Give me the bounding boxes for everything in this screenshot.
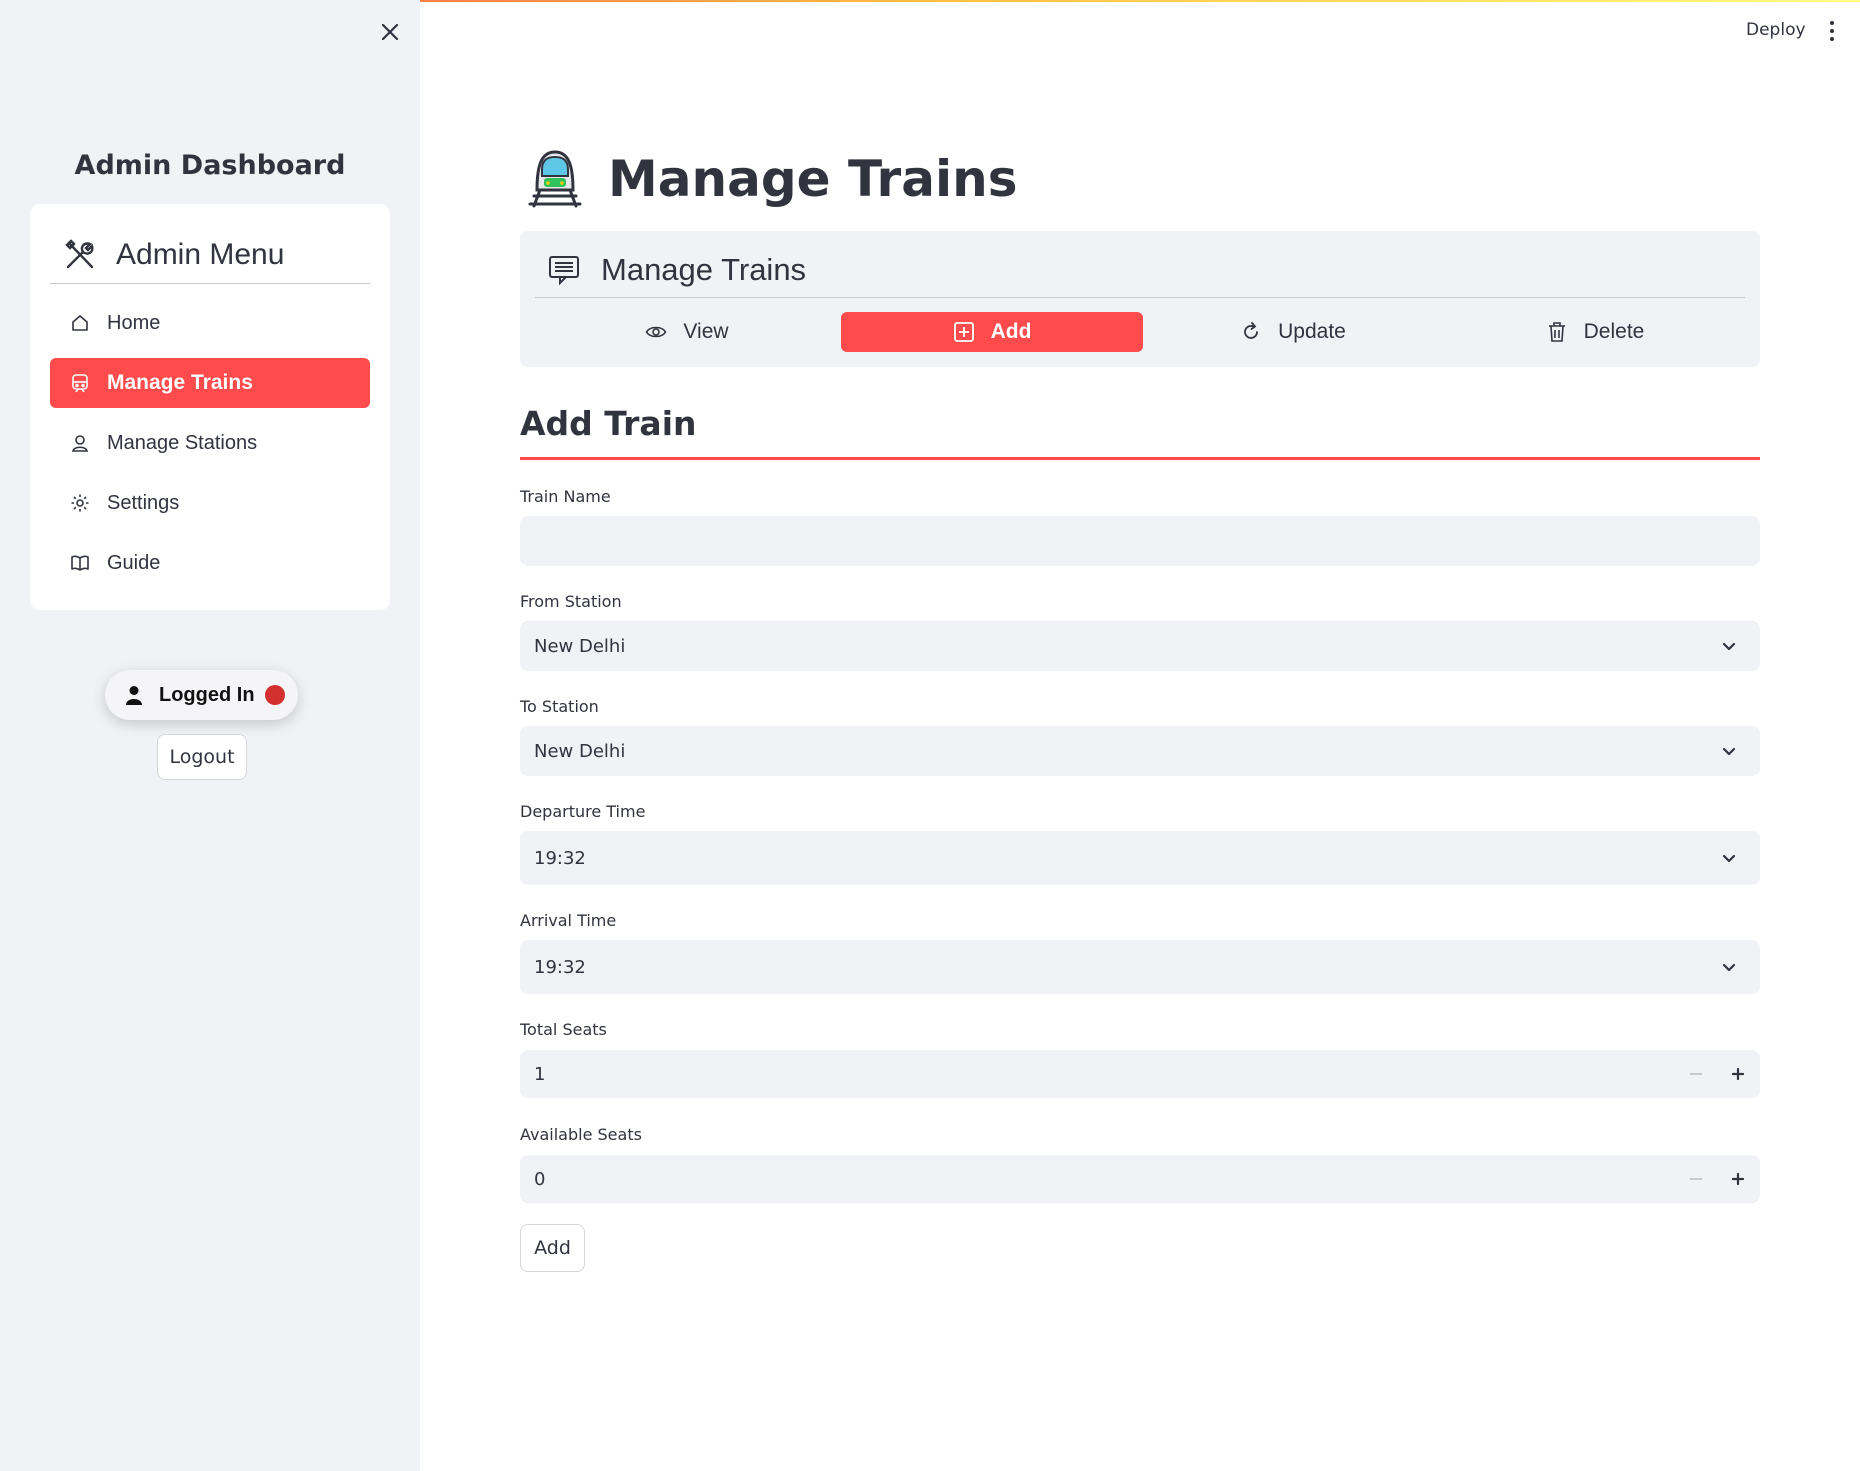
tab-view[interactable]: View [536,312,838,352]
chevron-down-icon [1722,963,1736,972]
to-station-select[interactable]: New Delhi [520,726,1760,776]
status-dot [264,685,285,705]
sidebar-item-label: Home [107,311,161,334]
decrement-button[interactable] [1690,1178,1702,1180]
user-icon [126,686,142,705]
arrival-time-value: 19:32 [534,956,586,978]
kebab-dot [1830,29,1834,33]
tab-label: Delete [1583,320,1645,343]
train-name-label: Train Name [520,487,611,506]
departure-time-value: 19:32 [534,847,586,869]
available-seats-value: 0 [534,1168,546,1190]
to-station-value: New Delhi [534,740,626,762]
from-station-label: From Station [520,592,622,611]
tab-add[interactable]: Add [841,312,1143,352]
tools-icon [62,237,98,273]
logout-button[interactable]: Logout [157,734,247,780]
gear-icon [69,492,91,514]
sidebar-item-label: Settings [107,491,180,514]
main-menu-button[interactable] [1824,18,1840,44]
page-title: Manage Trains [608,150,1018,208]
available-seats-stepper[interactable]: 0 [520,1155,1760,1203]
plus-icon[interactable] [1730,1171,1746,1187]
total-seats-label: Total Seats [520,1020,607,1039]
trash-icon [1546,321,1568,343]
kebab-dot [1830,37,1834,41]
deploy-button[interactable]: Deploy [1746,20,1806,40]
close-sidebar-button[interactable] [376,18,404,46]
from-station-select[interactable]: New Delhi [520,621,1760,671]
to-station-label: To Station [520,697,599,716]
login-status-label: Logged In [159,683,255,706]
chevron-down-icon [1722,642,1736,651]
sidebar-item-settings[interactable]: Settings [50,478,370,528]
departure-time-select[interactable]: 19:32 [520,831,1760,885]
tab-label: Add [990,320,1032,343]
decrement-button[interactable] [1690,1073,1702,1075]
plus-icon[interactable] [1730,1066,1746,1082]
tab-update[interactable]: Update [1142,312,1444,352]
menu-title: Admin Menu [116,237,285,271]
title-divider [520,457,1760,460]
home-icon [69,312,91,334]
plus-square-icon [953,321,975,343]
kebab-dot [1830,21,1834,25]
sidebar-item-home[interactable]: Home [50,298,370,348]
available-seats-label: Available Seats [520,1125,642,1144]
arrival-time-label: Arrival Time [520,911,617,930]
sidebar-item-label: Guide [107,551,161,574]
manage-trains-menu: Manage Trains View Add Update Delete [520,231,1760,367]
tabs-header: Manage Trains [535,243,1745,298]
sidebar-item-label: Manage Trains [107,371,253,394]
sidebar-item-label: Manage Stations [107,431,258,454]
login-status-badge: Logged In [105,670,298,720]
sidebar-item-manage-trains[interactable]: Manage Trains [50,358,370,408]
train-icon [69,372,91,394]
station-icon [69,432,91,454]
tab-label: Update [1278,320,1346,343]
close-icon [381,23,399,41]
list-icon [547,253,581,287]
menu-header: Admin Menu [50,226,370,284]
refresh-icon [1240,321,1262,343]
eye-icon [645,321,667,343]
total-seats-stepper[interactable]: 1 [520,1050,1760,1098]
tab-label: View [683,320,729,343]
tabs-title: Manage Trains [601,252,807,287]
sidebar: Admin Dashboard Admin Menu Home Manage T… [0,0,420,1471]
admin-menu: Admin Menu Home Manage Trains Manage Sta… [30,204,390,610]
train-name-input[interactable] [520,516,1760,566]
page-header: Manage Trains [522,144,1017,214]
sidebar-item-guide[interactable]: Guide [50,538,370,588]
tab-delete[interactable]: Delete [1444,312,1746,352]
train-emoji-icon [528,150,582,208]
form-title: Add Train [520,404,697,443]
total-seats-value: 1 [534,1063,546,1085]
from-station-value: New Delhi [534,635,626,657]
book-icon [69,552,91,574]
sidebar-item-manage-stations[interactable]: Manage Stations [50,418,370,468]
sidebar-title: Admin Dashboard [74,150,346,181]
departure-time-label: Departure Time [520,802,646,821]
chevron-down-icon [1722,747,1736,756]
add-train-submit-button[interactable]: Add [520,1224,585,1272]
chevron-down-icon [1722,854,1736,863]
arrival-time-select[interactable]: 19:32 [520,940,1760,994]
